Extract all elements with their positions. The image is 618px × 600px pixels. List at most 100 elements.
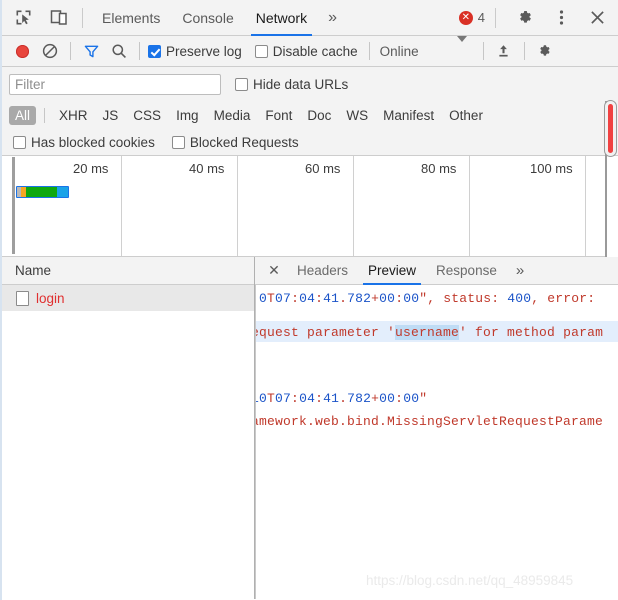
throttle-select-value[interactable]: Online: [380, 44, 419, 59]
device-toolbar-icon[interactable]: [44, 5, 74, 31]
chip-img[interactable]: Img: [170, 106, 205, 125]
timeline-tick-80ms: 80 ms: [421, 161, 457, 176]
tab-response-label: Response: [436, 263, 497, 278]
preserve-log-checkbox[interactable]: Preserve log: [148, 44, 242, 59]
timeline-tick-60ms: 60 ms: [305, 161, 341, 176]
toolbar-divider-4: [482, 42, 484, 60]
overview-scrollbar-thumb[interactable]: [608, 104, 613, 153]
tab-headers[interactable]: Headers: [287, 257, 358, 285]
preview-content[interactable]: .0T07:04:41.782+00:00", status: 400, err…: [255, 285, 618, 599]
timeline-segment-waiting: [26, 187, 57, 197]
preview-line-1: .0T07:04:41.782+00:00", status: 400, err…: [256, 291, 596, 306]
network-overview-timeline[interactable]: 20 ms 40 ms 60 ms 80 ms 100 ms: [2, 156, 607, 257]
chip-xhr[interactable]: XHR: [53, 106, 94, 125]
blocked-requests-checkbox[interactable]: Blocked Requests: [171, 134, 299, 150]
more-options-kebab-icon[interactable]: [546, 5, 576, 31]
chip-css[interactable]: CSS: [127, 106, 167, 125]
disable-cache-checkbox-box: [254, 44, 268, 58]
tabbar-divider-right: [495, 7, 496, 28]
timeline-tick-100ms: 100 ms: [530, 161, 573, 176]
chip-all[interactable]: All: [9, 105, 37, 125]
hide-data-urls-checkbox[interactable]: Hide data URLs: [235, 77, 348, 92]
tab-response[interactable]: Response: [426, 257, 507, 285]
toolbar-divider-1: [70, 42, 71, 60]
devtools-tabbar: Elements Console Network » ✕ 4: [2, 0, 618, 36]
network-toolbar: Preserve log Disable cache Online: [2, 36, 618, 67]
error-count-indicator[interactable]: ✕ 4: [458, 10, 485, 25]
filter-input[interactable]: [9, 73, 221, 95]
tab-elements-label: Elements: [102, 9, 161, 26]
disable-cache-checkbox[interactable]: Disable cache: [254, 44, 358, 59]
request-details-panel: ✕ Headers Preview Response » .0T07:04:41…: [255, 257, 618, 599]
inspect-element-icon[interactable]: [8, 5, 38, 31]
error-count-label: 4: [477, 10, 485, 25]
close-devtools-icon[interactable]: [582, 5, 612, 31]
chip-ws[interactable]: WS: [340, 106, 374, 125]
import-har-icon[interactable]: [490, 38, 518, 64]
tab-headers-label: Headers: [297, 263, 349, 278]
timeline-tick-40ms: 40 ms: [189, 161, 225, 176]
tab-console-label: Console: [182, 9, 234, 26]
preview-line-4: amework.web.bind.MissingServletRequestPa…: [255, 414, 604, 429]
toolbar-divider-3: [368, 42, 370, 60]
devtools-window: Elements Console Network » ✕ 4 Preserve …: [0, 0, 618, 600]
preview-line-3: 10T07:04:41.782+00:00": [256, 391, 428, 406]
record-dot-icon: [15, 44, 29, 58]
network-settings-gear-icon[interactable]: [531, 38, 559, 64]
hide-data-urls-checkbox-box: [235, 77, 248, 91]
request-details-tabbar: ✕ Headers Preview Response »: [255, 257, 618, 285]
tab-elements[interactable]: Elements: [91, 0, 171, 36]
chip-media[interactable]: Media: [208, 106, 257, 125]
hide-data-urls-label: Hide data URLs: [253, 76, 349, 92]
watermark-label: https://blog.csdn.net/qq_48959845: [366, 573, 574, 588]
request-list-header[interactable]: Name: [2, 257, 254, 285]
tab-preview-label: Preview: [368, 263, 417, 278]
toolbar-divider-2: [139, 42, 140, 60]
request-name-label: login: [36, 290, 65, 306]
has-blocked-cookies-label: Has blocked cookies: [31, 134, 155, 150]
tab-console[interactable]: Console: [171, 0, 244, 36]
chip-font[interactable]: Font: [259, 106, 298, 125]
network-filter-row: Hide data URLs: [2, 67, 618, 101]
tab-network[interactable]: Network: [245, 0, 318, 36]
chip-doc[interactable]: Doc: [301, 106, 337, 125]
chip-group: All XHR JS CSS Img Media Font Doc WS Man…: [9, 105, 489, 125]
preserve-log-label: Preserve log: [166, 43, 242, 59]
timeline-segment-download: [57, 187, 68, 197]
close-details-glyph: ✕: [268, 262, 280, 278]
chip-js[interactable]: JS: [97, 106, 125, 125]
chip-other[interactable]: Other: [443, 106, 489, 125]
clear-icon: [42, 43, 58, 59]
timeline-tick-20ms: 20 ms: [73, 161, 109, 176]
settings-gear-icon[interactable]: [510, 5, 540, 31]
error-circle-icon: ✕: [458, 10, 473, 25]
preview-line-2: equest parameter 'username' for method p…: [255, 325, 604, 340]
request-list-panel: Name login: [2, 257, 255, 599]
filter-icon[interactable]: [77, 38, 105, 64]
throttle-chevron-down-icon[interactable]: [456, 36, 467, 60]
overview-scrollbar[interactable]: [604, 100, 617, 157]
search-icon[interactable]: [105, 38, 133, 64]
caret-down-shape: [456, 36, 467, 59]
document-icon: [16, 290, 29, 306]
clear-requests-button[interactable]: [36, 38, 64, 64]
record-button[interactable]: [8, 38, 36, 64]
network-lower-panel: Name login ✕ Headers Preview Response » …: [2, 257, 618, 599]
details-more-tabs-chevron-icon[interactable]: »: [507, 257, 533, 285]
has-blocked-cookies-checkbox-box: [13, 135, 26, 149]
has-blocked-cookies-checkbox[interactable]: Has blocked cookies: [13, 135, 155, 150]
tab-preview[interactable]: Preview: [358, 257, 426, 285]
chip-divider: [44, 107, 46, 123]
blocked-requests-label: Blocked Requests: [189, 134, 299, 150]
timeline-request-bar[interactable]: [16, 186, 69, 198]
tab-network-label: Network: [255, 9, 308, 26]
column-header-name: Name: [15, 263, 52, 278]
table-row[interactable]: login: [2, 285, 254, 311]
close-details-icon[interactable]: ✕: [261, 258, 287, 284]
more-tabs-label: »: [328, 8, 337, 26]
tabbar-divider: [82, 7, 83, 28]
chip-manifest[interactable]: Manifest: [377, 106, 440, 125]
blocked-requests-checkbox-box: [171, 135, 185, 149]
more-tabs-chevron-icon[interactable]: »: [318, 0, 347, 36]
preserve-log-checkbox-box: [148, 44, 161, 58]
